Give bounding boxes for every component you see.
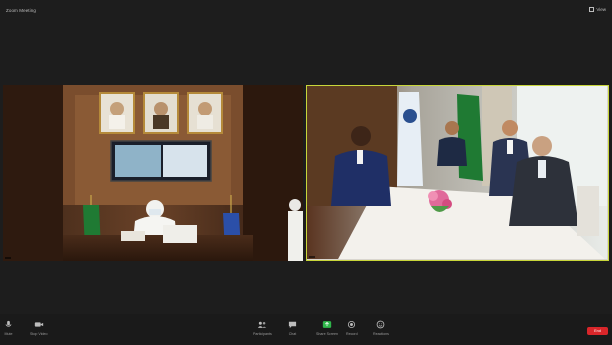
stop-video-button[interactable]: Stop Video — [30, 320, 48, 336]
grid-view-icon — [589, 7, 595, 12]
video-feed-office-room — [3, 85, 303, 261]
share-screen-label: Share Screen — [316, 332, 338, 336]
video-tile-right-active-speaker[interactable] — [306, 85, 609, 261]
reactions-label: Reactions — [373, 332, 389, 336]
share-screen-button[interactable]: Share Screen — [316, 320, 338, 336]
mute-button[interactable]: Mute — [4, 320, 13, 336]
view-label: View — [596, 7, 606, 12]
title-bar: Zoom Meeting View — [0, 0, 612, 22]
meeting-window: Zoom Meeting View Mute Stop Video Partic… — [0, 0, 612, 345]
reactions-button[interactable]: Reactions — [373, 320, 389, 336]
end-label: End — [594, 329, 601, 333]
participant-name-left — [5, 257, 11, 259]
microphone-icon — [5, 320, 12, 327]
meeting-toolbar: Mute Stop Video Participants Chat Share … — [0, 314, 612, 345]
record-button[interactable]: Record — [346, 320, 358, 336]
chat-icon — [288, 321, 297, 329]
chat-button[interactable]: Chat — [288, 320, 297, 336]
record-icon — [348, 320, 356, 329]
participant-name-right — [309, 256, 315, 258]
end-meeting-button[interactable]: End — [587, 327, 608, 335]
video-tile-left[interactable] — [3, 85, 303, 261]
chat-label: Chat — [288, 332, 297, 336]
participants-label: Participants — [253, 332, 272, 336]
stop-video-label: Stop Video — [30, 332, 48, 336]
share-screen-icon — [322, 321, 332, 328]
video-feed-conference-table — [307, 86, 607, 260]
reactions-icon — [377, 320, 385, 329]
mute-label: Mute — [4, 332, 13, 336]
video-camera-icon — [34, 322, 43, 327]
window-title: Zoom Meeting — [6, 8, 36, 13]
view-button[interactable]: View — [589, 7, 606, 12]
participants-button[interactable]: Participants — [253, 320, 272, 336]
record-label: Record — [346, 332, 358, 336]
participants-icon — [258, 321, 267, 328]
